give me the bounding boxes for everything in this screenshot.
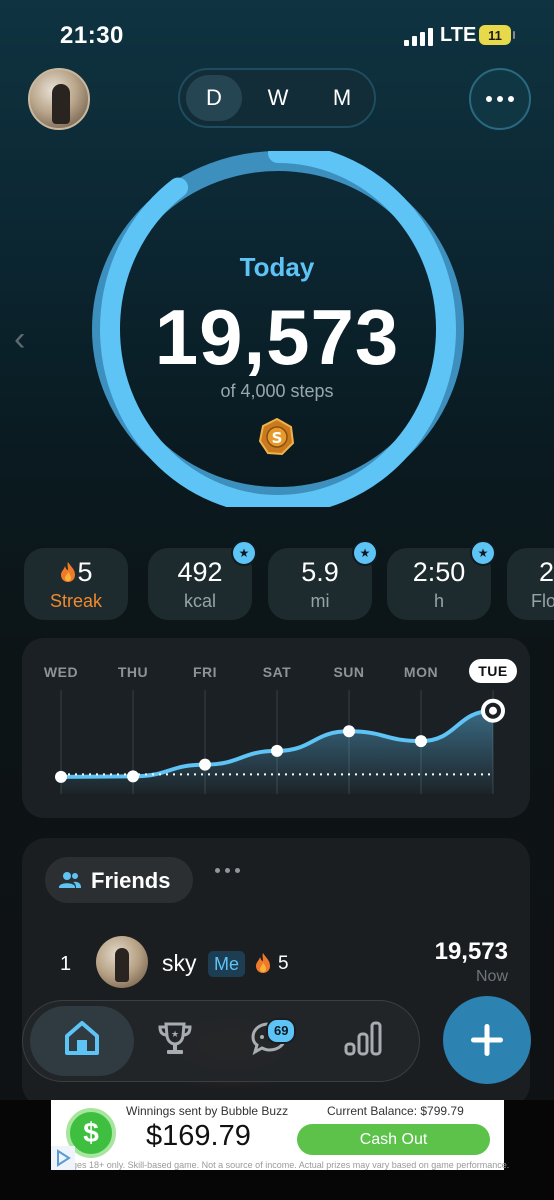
friend-streak: 5 xyxy=(278,953,289,974)
star-badge-icon: ★ xyxy=(470,540,496,566)
me-badge: Me xyxy=(208,951,246,977)
friends-more-icon[interactable] xyxy=(215,868,240,873)
coin-reward-icon[interactable]: S xyxy=(258,418,296,456)
add-button[interactable] xyxy=(443,996,531,1084)
battery-icon: 11 xyxy=(479,25,515,45)
plus-icon xyxy=(471,1024,503,1056)
star-badge-icon: ★ xyxy=(352,540,378,566)
day-label-thu[interactable]: THU xyxy=(103,664,163,680)
segment-week[interactable]: W xyxy=(250,75,306,121)
data-point-mon[interactable] xyxy=(415,735,427,748)
friend-steps: 19,573 xyxy=(434,938,508,965)
cash-out-button[interactable]: Cash Out xyxy=(297,1124,490,1155)
flame-icon xyxy=(254,952,272,979)
friends-title: Friends xyxy=(91,868,171,893)
day-label-fri[interactable]: FRI xyxy=(175,664,235,680)
period-segmented-control: D W M xyxy=(178,68,376,128)
distance-label: mi xyxy=(310,591,330,611)
data-point-sun[interactable] xyxy=(343,725,355,738)
day-label-sun[interactable]: SUN xyxy=(319,664,379,680)
chat-badge: 69 xyxy=(266,1018,297,1044)
more-button[interactable] xyxy=(469,68,531,130)
friends-tab[interactable]: Friends xyxy=(45,857,193,903)
data-point-fri[interactable] xyxy=(199,758,211,771)
data-point-wed[interactable] xyxy=(55,770,67,783)
friend-updated: Now xyxy=(475,968,508,985)
day-label-sat[interactable]: SAT xyxy=(247,664,307,680)
trophy-icon[interactable]: ★ xyxy=(155,1018,195,1058)
data-point-thu[interactable] xyxy=(127,770,139,783)
duration-label: h xyxy=(433,591,444,611)
svg-text:★: ★ xyxy=(171,1030,179,1040)
weekly-steps-chart xyxy=(55,690,505,794)
friend-avatar[interactable] xyxy=(96,936,148,988)
kcal-label: kcal xyxy=(183,591,216,611)
battery-level: 11 xyxy=(488,27,502,43)
step-goal: of 4,000 steps xyxy=(220,381,334,401)
ad-choices-icon[interactable] xyxy=(51,1146,75,1170)
ad-headline: Winnings sent by Bubble Buzz xyxy=(126,1104,289,1118)
profile-avatar[interactable] xyxy=(28,68,90,130)
ad-disclaimer: Ages 18+ only. Skill-based game. Not a s… xyxy=(66,1160,510,1170)
period-label: Today xyxy=(239,252,315,282)
streak-label: Streak xyxy=(49,591,103,611)
segment-month[interactable]: M xyxy=(314,75,370,121)
status-time: 21:30 xyxy=(60,22,124,49)
data-point-center xyxy=(489,706,497,715)
home-icon[interactable] xyxy=(62,1018,102,1058)
svg-text:S: S xyxy=(272,429,283,447)
stat-card-streak[interactable]: 5 Streak xyxy=(24,548,128,620)
network-label: LTE xyxy=(440,24,477,46)
ad-balance: Current Balance: $799.79 xyxy=(327,1104,464,1118)
day-label-tue[interactable]: TUE xyxy=(469,659,517,683)
friend-name: sky xyxy=(162,950,197,976)
floors-label: Flo xyxy=(531,591,554,611)
segment-day[interactable]: D xyxy=(186,75,242,121)
stats-icon[interactable] xyxy=(343,1018,383,1058)
ad-amount: $169.79 xyxy=(146,1120,251,1152)
people-icon xyxy=(59,872,81,888)
step-count: 19,573 xyxy=(154,293,400,381)
floors-value: 2 xyxy=(539,557,554,587)
streak-value: 5 xyxy=(77,557,93,587)
day-label-mon[interactable]: MON xyxy=(391,664,451,680)
star-badge-icon: ★ xyxy=(231,540,257,566)
friend-rank: 1 xyxy=(60,953,72,975)
streak-value-row: 5 xyxy=(24,557,128,588)
day-label-wed[interactable]: WED xyxy=(31,664,91,680)
data-point-sat[interactable] xyxy=(271,744,283,757)
flame-icon xyxy=(61,562,76,582)
signal-icon xyxy=(404,28,433,46)
stat-card-floors[interactable]: 2 Flo xyxy=(507,548,554,620)
